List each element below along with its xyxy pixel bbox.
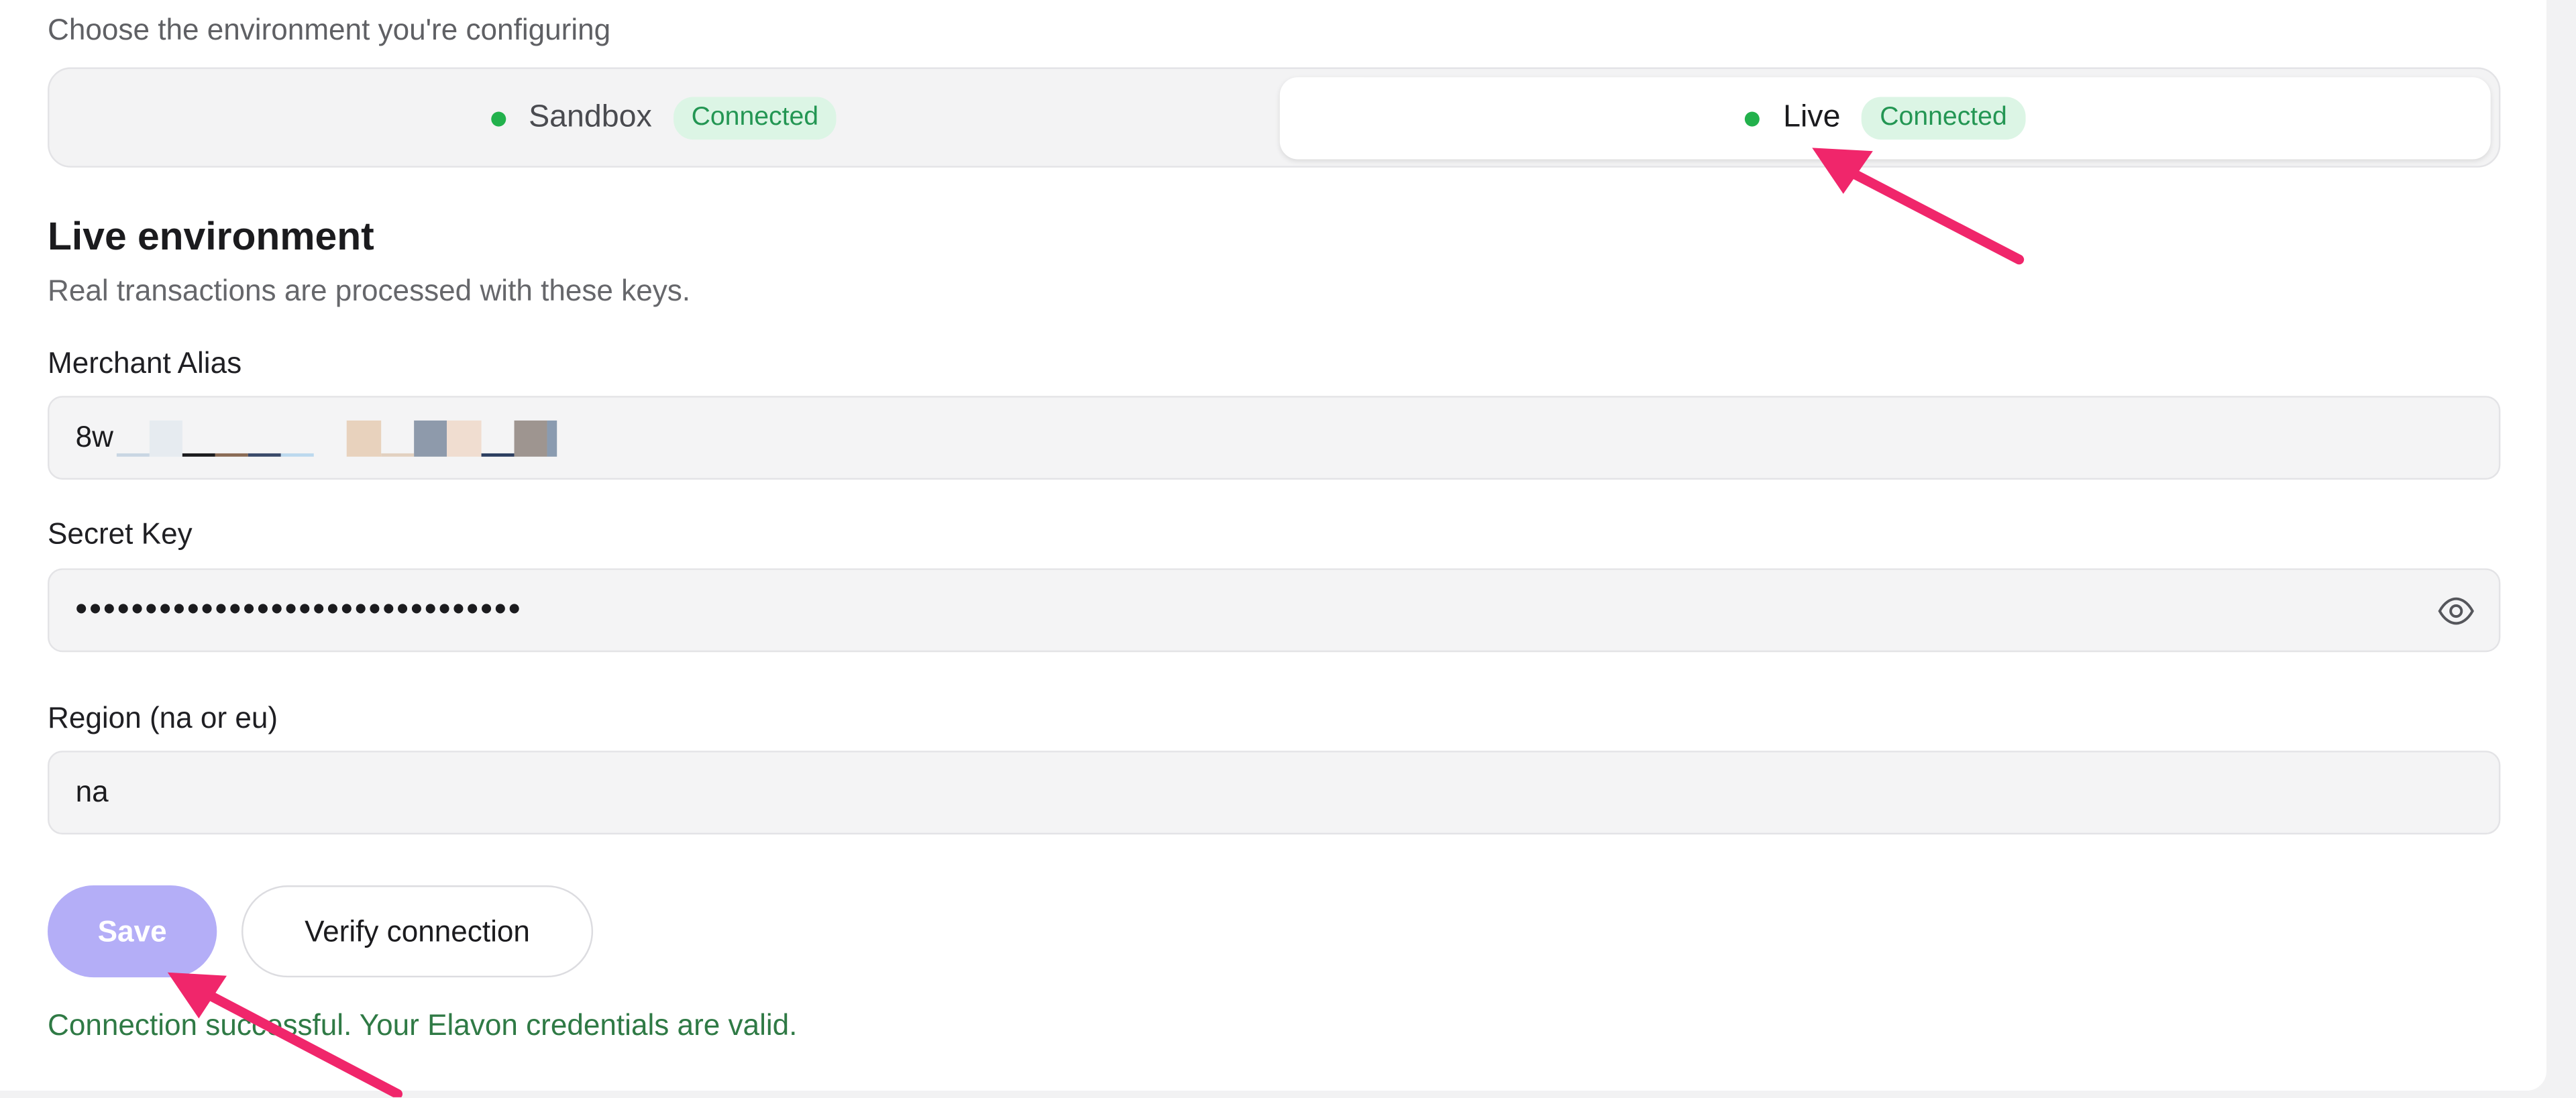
merchant-alias-label: Merchant Alias (48, 346, 242, 380)
merchant-alias-field[interactable]: 8w (48, 396, 2501, 480)
settings-card: Choose the environment you're configurin… (0, 0, 2546, 1091)
status-message: Connection successful. Your Elavon crede… (48, 1008, 798, 1042)
section-title: Live environment (48, 215, 374, 260)
secret-key-field[interactable]: •••••••••••••••••••••••••••••••• (48, 568, 2501, 653)
env-option-sandbox[interactable]: Sandbox Connected (56, 77, 1271, 159)
status-dot-icon (1745, 111, 1760, 126)
settings-stage: Choose the environment you're configurin… (0, 0, 2576, 1097)
save-button[interactable]: Save (48, 885, 217, 978)
secret-key-label: Secret Key (48, 517, 193, 551)
environment-switcher: Sandbox Connected Live Connected (48, 67, 2501, 168)
region-field[interactable] (48, 751, 2501, 835)
page-gutter-bottom (0, 1091, 2576, 1097)
environment-caption: Choose the environment you're configurin… (48, 13, 611, 46)
env-option-live[interactable]: Live Connected (1279, 77, 2491, 160)
env-label-sandbox: Sandbox (529, 100, 652, 135)
redacted-value (116, 419, 557, 456)
region-label: Region (na or eu) (48, 701, 278, 734)
env-label-live: Live (1783, 100, 1841, 135)
merchant-alias-value: 8w (75, 420, 114, 453)
status-badge-sandbox: Connected (673, 97, 837, 140)
section-subtitle: Real transactions are processed with the… (48, 274, 691, 307)
region-input[interactable] (75, 775, 2499, 810)
secret-key-value: •••••••••••••••••••••••••••••••• (75, 591, 523, 628)
status-dot-icon (490, 111, 506, 126)
eye-icon[interactable] (2436, 592, 2476, 631)
verify-connection-button[interactable]: Verify connection (241, 885, 594, 978)
status-badge-live: Connected (1862, 97, 2025, 140)
page-gutter (2546, 0, 2576, 1097)
